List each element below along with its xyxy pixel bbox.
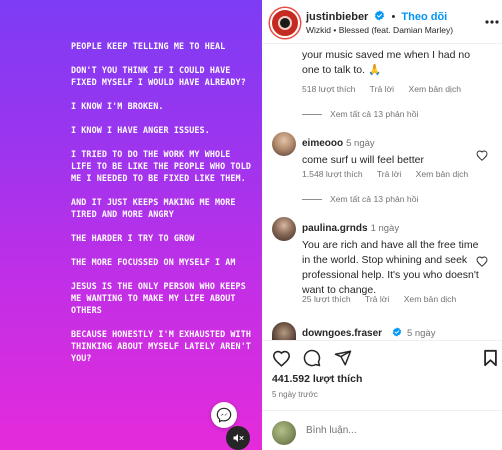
post-media[interactable]: PEOPLE KEEP TELLING ME TO HEAL DON'T YOU… xyxy=(0,0,262,450)
comment-username[interactable]: paulina.grnds xyxy=(302,223,368,234)
messenger-icon xyxy=(216,407,232,423)
avatar xyxy=(272,421,296,445)
reply-button[interactable]: Trả lời xyxy=(377,169,401,179)
avatar[interactable] xyxy=(272,217,296,241)
reply-button[interactable]: Trả lời xyxy=(365,294,389,304)
comment-text: come surf u will feel better xyxy=(302,154,424,166)
avatar[interactable] xyxy=(272,132,296,156)
post-date[interactable]: 5 ngày trước xyxy=(272,390,318,399)
comment-meta: 1.548 lượt thích Trả lời Xem bản dịch xyxy=(302,169,480,179)
post-text-line: I TRIED TO DO THE WORK MY WHOLE LIFE TO … xyxy=(71,149,251,183)
mute-button[interactable] xyxy=(226,426,250,450)
heart-icon xyxy=(476,256,488,267)
heart-icon xyxy=(272,350,290,367)
post-likes[interactable]: 441.592 lượt thích xyxy=(272,373,362,385)
share-icon xyxy=(334,350,352,366)
comment-time[interactable]: 1 ngày xyxy=(371,223,400,234)
comment: eimeooo 5 ngày come surf u will feel bett… xyxy=(302,133,488,168)
reply-button[interactable]: Trả lời xyxy=(370,84,394,94)
post-panel: justinbieber • Theo dõi Wizkid • Blessed… xyxy=(262,0,502,450)
post-text-line: THE HARDER I TRY TO GROW xyxy=(71,233,195,243)
comment: your music saved me when I had no one to… xyxy=(302,48,488,78)
post-text-line: THE MORE FOCUSSED ON MYSELF I AM xyxy=(71,257,236,267)
post-text-line: JESUS IS THE ONLY PERSON WHO KEEPS ME WA… xyxy=(71,281,246,315)
avatar[interactable] xyxy=(270,8,300,38)
translate-button[interactable]: Xem bản dịch xyxy=(416,169,469,179)
comment-text: You are rich and have all the free time … xyxy=(302,239,479,296)
comment-composer xyxy=(262,410,502,450)
comment-meta: 25 lượt thích Trả lời Xem bản dịch xyxy=(302,294,468,304)
author-username[interactable]: justinbieber xyxy=(306,11,368,23)
action-bar xyxy=(262,340,502,374)
more-options-button[interactable] xyxy=(484,12,500,32)
comment-time[interactable]: 5 ngày xyxy=(346,138,375,149)
comment-username[interactable]: eimeooo xyxy=(302,138,343,149)
follow-button[interactable]: Theo dõi xyxy=(401,11,447,23)
comment-likes[interactable]: 518 lượt thích xyxy=(302,84,355,94)
post-text-line: BECAUSE HONESTLY I'M EXHAUSTED WITH THIN… xyxy=(71,329,251,363)
post-text-line: DON'T YOU THINK IF I COULD HAVE FIXED MY… xyxy=(71,65,246,87)
post-header: justinbieber • Theo dõi Wizkid • Blessed… xyxy=(262,0,502,44)
comment-likes[interactable]: 25 lượt thích xyxy=(302,294,351,304)
post-text-line: I KNOW I HAVE ANGER ISSUES. xyxy=(71,125,210,135)
post-text-block: PEOPLE KEEP TELLING ME TO HEAL DON'T YOU… xyxy=(71,40,256,376)
comment-input[interactable] xyxy=(306,425,456,436)
bookmark-icon xyxy=(483,349,497,367)
mute-icon xyxy=(233,434,244,442)
share-button[interactable] xyxy=(332,348,354,368)
comment-username[interactable]: downgoes.fraser xyxy=(302,328,382,339)
translate-button[interactable]: Xem bản dịch xyxy=(408,84,461,94)
like-comment-button[interactable] xyxy=(476,254,488,272)
verified-icon xyxy=(393,327,402,337)
post-text-line: I KNOW I'M BROKEN. xyxy=(71,101,164,111)
more-icon xyxy=(485,20,499,24)
save-button[interactable] xyxy=(480,348,500,368)
view-replies-button[interactable]: Xem tất cả 13 phản hồi xyxy=(302,194,418,204)
heart-icon xyxy=(476,150,488,161)
comment: downgoes.fraser 5 ngày xyxy=(302,323,488,341)
comment-meta: 518 lượt thích Trả lời Xem bản dịch xyxy=(302,84,473,94)
like-button[interactable] xyxy=(270,348,292,368)
comment-likes[interactable]: 1.548 lượt thích xyxy=(302,169,363,179)
like-comment-button[interactable] xyxy=(476,148,488,166)
messages-button[interactable] xyxy=(211,402,237,428)
comment-button[interactable] xyxy=(301,348,323,368)
comment-text: your music saved me when I had no one to… xyxy=(302,49,471,76)
separator-dot: • xyxy=(391,11,396,23)
music-info[interactable]: Wizkid • Blessed (feat. Damian Marley) xyxy=(306,25,453,35)
post-text-line: PEOPLE KEEP TELLING ME TO HEAL xyxy=(71,41,226,51)
avatar[interactable] xyxy=(272,322,296,340)
view-replies-label: Xem tất cả 13 phản hồi xyxy=(330,109,419,119)
verified-icon xyxy=(375,10,385,21)
comment: paulina.grnds 1 ngày You are rich and hav… xyxy=(302,218,484,298)
comment-time[interactable]: 5 ngày xyxy=(407,328,436,339)
post-text-line: AND IT JUST KEEPS MAKING ME MORE TIRED A… xyxy=(71,197,236,219)
view-replies-label: Xem tất cả 13 phản hồi xyxy=(330,194,419,204)
comment-icon xyxy=(303,349,321,367)
view-replies-button[interactable]: Xem tất cả 13 phản hồi xyxy=(302,109,418,119)
translate-button[interactable]: Xem bản dịch xyxy=(404,294,457,304)
